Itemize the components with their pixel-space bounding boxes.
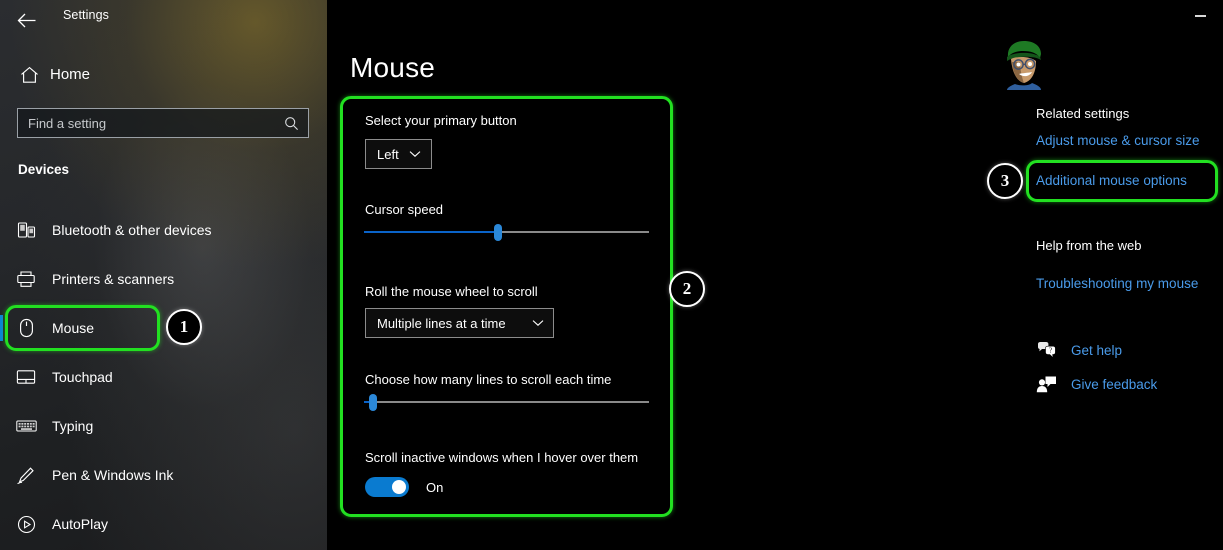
wheel-scroll-label: Roll the mouse wheel to scroll — [365, 284, 538, 299]
scroll-inactive-label: Scroll inactive windows when I hover ove… — [365, 450, 639, 465]
sidebar-section-label: Devices — [18, 162, 70, 177]
help-from-web-heading: Help from the web — [1036, 238, 1142, 253]
sidebar-item-pen[interactable]: Pen & Windows Ink — [0, 453, 327, 497]
mouse-icon — [0, 318, 52, 338]
svg-text:?: ? — [1049, 347, 1052, 355]
lines-to-scroll-label: Choose how many lines to scroll each tim… — [365, 372, 612, 387]
sidebar-item-touchpad-label: Touchpad — [52, 369, 113, 385]
mouse-settings-panel: Select your primary button Left Cursor s… — [341, 96, 673, 517]
sidebar-item-typing[interactable]: Typing — [0, 404, 327, 448]
wheel-scroll-dropdown[interactable]: Multiple lines at a time — [365, 308, 554, 338]
toggle-knob — [392, 480, 406, 494]
page-title: Mouse — [350, 52, 436, 83]
scroll-inactive-state: On — [426, 479, 444, 495]
lines-to-scroll-slider[interactable] — [364, 393, 649, 411]
scroll-inactive-toggle[interactable] — [365, 477, 409, 497]
lines-track-rest — [372, 401, 649, 403]
additional-mouse-options-link[interactable]: Additional mouse options — [1036, 173, 1187, 188]
chevron-down-icon — [409, 150, 421, 158]
primary-button-value: Left — [377, 146, 399, 162]
callout-badge-3: 3 — [987, 163, 1023, 199]
feedback-person-icon — [1036, 375, 1062, 393]
scroll-inactive-toggle-row: On — [365, 477, 443, 497]
title-bar: Settings — [0, 0, 327, 40]
sidebar-item-home-label: Home — [50, 66, 91, 83]
cursor-speed-track-rest — [497, 231, 649, 233]
sidebar-item-autoplay-label: AutoPlay — [52, 516, 109, 532]
sidebar-item-mouse[interactable]: Mouse — [0, 306, 327, 350]
sidebar-item-pen-label: Pen & Windows Ink — [52, 467, 174, 483]
question-bubble-icon: ? — [1036, 341, 1062, 359]
sidebar-item-home[interactable]: Home — [12, 58, 315, 91]
search-input[interactable]: Find a setting — [17, 108, 309, 138]
sidebar-item-printers-label: Printers & scanners — [52, 271, 175, 287]
touchpad-icon — [0, 369, 52, 385]
home-icon — [12, 66, 46, 84]
sidebar-item-bluetooth-label: Bluetooth & other devices — [52, 222, 212, 238]
cursor-speed-track-filled — [364, 231, 498, 233]
troubleshooting-my-mouse-link[interactable]: Troubleshooting my mouse — [1036, 276, 1198, 291]
related-settings-heading: Related settings — [1036, 106, 1130, 121]
callout-badge-2: 2 — [669, 271, 705, 307]
cursor-speed-slider[interactable] — [364, 223, 649, 241]
sidebar: Settings Home Find a setting Devices Blu… — [0, 0, 327, 550]
cursor-speed-label: Cursor speed — [365, 202, 444, 217]
chevron-down-icon — [532, 319, 544, 327]
pen-icon — [0, 466, 52, 485]
back-arrow-icon[interactable] — [9, 4, 43, 36]
primary-button-label: Select your primary button — [365, 113, 517, 128]
selection-indicator — [0, 315, 3, 341]
give-feedback-row[interactable]: Give feedback — [1036, 375, 1157, 393]
callout-badge-1: 1 — [166, 309, 202, 345]
wheel-scroll-value: Multiple lines at a time — [377, 315, 506, 331]
autoplay-icon — [0, 515, 52, 534]
lines-to-scroll-thumb[interactable] — [368, 394, 377, 411]
cursor-speed-thumb[interactable] — [493, 224, 502, 241]
printer-icon — [0, 270, 52, 288]
related-settings-column: Related settings Adjust mouse & cursor s… — [1007, 0, 1223, 550]
adjust-mouse-cursor-size-link[interactable]: Adjust mouse & cursor size — [1036, 133, 1200, 148]
sidebar-item-mouse-label: Mouse — [52, 320, 95, 336]
sidebar-item-touchpad[interactable]: Touchpad — [0, 355, 327, 399]
primary-button-dropdown[interactable]: Left — [365, 139, 432, 169]
window-title: Settings — [63, 8, 109, 22]
user-avatar-icon[interactable] — [1001, 38, 1047, 90]
sidebar-item-autoplay[interactable]: AutoPlay — [0, 502, 327, 546]
search-placeholder: Find a setting — [28, 115, 107, 131]
get-help-row[interactable]: ? Get help — [1036, 341, 1122, 359]
give-feedback-label: Give feedback — [1071, 376, 1158, 392]
sidebar-item-bluetooth[interactable]: Bluetooth & other devices — [0, 208, 327, 252]
keyboard-icon — [0, 419, 52, 433]
settings-window: Settings Home Find a setting Devices Blu… — [0, 0, 1223, 550]
sidebar-item-typing-label: Typing — [52, 418, 94, 434]
get-help-label: Get help — [1071, 342, 1123, 358]
bluetooth-device-icon — [0, 221, 52, 239]
sidebar-item-printers[interactable]: Printers & scanners — [0, 257, 327, 301]
search-icon[interactable] — [284, 116, 299, 131]
